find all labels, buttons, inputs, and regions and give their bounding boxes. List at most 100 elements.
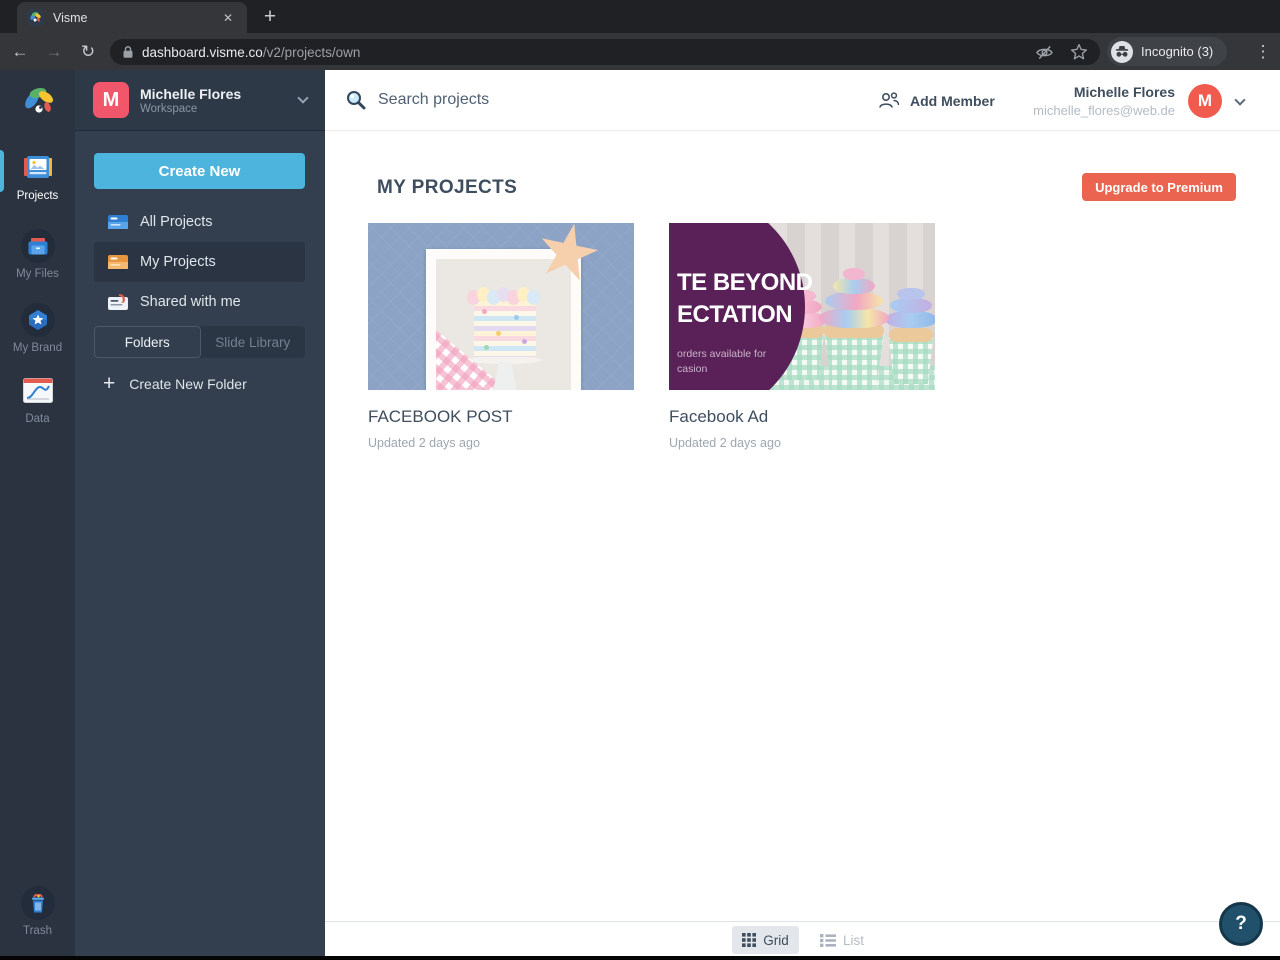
search-input[interactable] — [378, 91, 678, 109]
grid-view-button[interactable]: Grid — [732, 926, 799, 954]
url-host: dashboard.visme.co — [142, 44, 263, 60]
project-thumbnail-facebook-post[interactable] — [368, 223, 634, 390]
shared-with-me-icon — [108, 293, 128, 311]
grid-label: Grid — [763, 932, 789, 948]
icon-rail: Projects My Files My Brand Data Trash — [0, 70, 82, 957]
browser-menu-icon[interactable]: ⋮ — [1248, 33, 1278, 70]
my-brand-icon — [20, 303, 55, 337]
visme-logo-icon — [25, 88, 54, 113]
plus-icon: + — [103, 372, 116, 395]
user-info: Michelle Flores michelle_flores@web.de — [1033, 70, 1175, 131]
incognito-icon — [1111, 40, 1133, 63]
bookmark-star-icon[interactable] — [1070, 43, 1088, 61]
workspace-switcher[interactable]: M Michelle Flores Workspace — [75, 70, 325, 131]
search-icon — [347, 91, 366, 110]
user-email: michelle_flores@web.de — [1033, 102, 1175, 118]
cupcake-center — [817, 266, 891, 390]
tab-slide-library[interactable]: Slide Library — [201, 326, 306, 358]
screen-bottom-edge — [0, 956, 1280, 960]
overlay-headline-2: ECTATION — [677, 301, 793, 328]
cake-photo — [436, 259, 571, 390]
data-icon — [22, 378, 53, 403]
project-title: FACEBOOK POST — [368, 407, 513, 426]
tab-title: Visme — [53, 10, 88, 25]
project-title: Facebook Ad — [669, 407, 769, 426]
sidebar-item-all-projects[interactable]: All Projects — [94, 202, 305, 242]
visme-app: Projects My Files My Brand Data Trash M … — [0, 70, 1280, 957]
sidebar-label-shared-with-me: Shared with me — [140, 294, 241, 310]
overlay-headline-1: TE BEYOND — [677, 269, 813, 296]
project-updated: Updated 2 days ago — [368, 436, 480, 450]
list-icon — [819, 933, 836, 947]
list-view-button[interactable]: List — [812, 926, 872, 954]
address-bar[interactable]: dashboard.visme.co/v2/projects/own — [110, 39, 1100, 65]
reload-icon[interactable]: ↻ — [74, 42, 102, 62]
sidebar-item-my-projects[interactable]: My Projects — [94, 242, 305, 282]
view-toggle-bar: Grid List — [325, 921, 1280, 957]
page-title: MY PROJECTS — [377, 177, 518, 198]
grid-icon — [742, 933, 757, 947]
projects-icon — [22, 154, 54, 180]
sidebar-label-all-projects: All Projects — [140, 214, 213, 230]
tab-folders[interactable]: Folders — [94, 326, 201, 358]
sidebar-label-my-projects: My Projects — [140, 254, 216, 270]
workspace-name: Michelle Flores — [140, 85, 242, 102]
overlay-subtext-2: casion — [677, 363, 708, 375]
my-projects-icon — [108, 254, 128, 270]
folders-segmented-control: Folders Slide Library — [94, 326, 305, 358]
sidebar: M Michelle Flores Workspace Create New A… — [75, 70, 325, 957]
chevron-down-icon[interactable] — [297, 92, 309, 104]
add-member-label: Add Member — [910, 92, 995, 109]
screen: Visme ✕ + ← → ↻ dashboard.visme.co/v2/pr… — [0, 0, 1280, 960]
my-files-icon — [20, 229, 55, 263]
lock-icon — [122, 45, 134, 59]
project-card-facebook-post[interactable]: FACEBOOK POST Updated 2 days ago — [368, 223, 634, 450]
rail-item-my-brand[interactable]: My Brand — [0, 303, 75, 354]
trash-icon — [20, 886, 55, 920]
tab-close-icon[interactable]: ✕ — [219, 9, 237, 27]
visme-favicon-icon — [27, 9, 44, 26]
project-thumbnail-facebook-ad[interactable]: TE BEYOND ECTATION orders available for … — [669, 223, 935, 390]
add-member-button[interactable]: Add Member — [878, 70, 995, 131]
user-name: Michelle Flores — [1073, 83, 1175, 100]
rail-label-my-brand: My Brand — [12, 342, 63, 354]
sidebar-item-shared-with-me[interactable]: Shared with me — [94, 282, 305, 322]
rail-label-trash: Trash — [23, 925, 52, 937]
workspace-info: Michelle Flores Workspace — [140, 86, 241, 115]
eye-off-icon[interactable] — [1035, 43, 1054, 62]
upgrade-to-premium-button[interactable]: Upgrade to Premium — [1082, 173, 1236, 201]
overlay-subtext-1: orders available for — [677, 348, 767, 360]
workspace-type: Workspace — [140, 102, 198, 115]
browser-tab-strip: Visme ✕ + — [0, 0, 1280, 33]
all-projects-icon — [108, 214, 128, 230]
rail-item-projects[interactable]: Projects — [0, 154, 75, 202]
cake-frosting — [467, 287, 540, 307]
project-card-facebook-ad[interactable]: TE BEYOND ECTATION orders available for … — [669, 223, 935, 450]
new-tab-button[interactable]: + — [256, 4, 284, 32]
create-new-folder-button[interactable]: + Create New Folder — [94, 370, 305, 398]
workspace-avatar: M — [93, 82, 129, 118]
user-avatar[interactable]: M — [1188, 84, 1222, 118]
rail-label-data: Data — [25, 413, 50, 425]
user-menu-chevron-icon[interactable] — [1234, 94, 1246, 106]
forward-icon[interactable]: → — [40, 42, 68, 62]
add-member-icon — [879, 92, 900, 108]
main-panel: Add Member Michelle Flores michelle_flor… — [325, 70, 1280, 957]
cake-stand — [493, 362, 517, 390]
incognito-label: Incognito (3) — [1141, 44, 1214, 59]
help-button[interactable]: ? — [1219, 902, 1263, 946]
url-path: /v2/projects/own — [262, 44, 361, 60]
incognito-badge: Incognito (3) — [1107, 37, 1228, 66]
search-bar — [345, 89, 678, 111]
create-new-button[interactable]: Create New — [94, 153, 305, 189]
rail-label-my-files: My Files — [16, 268, 59, 280]
cake-body — [474, 301, 536, 357]
main-header: Add Member Michelle Flores michelle_flor… — [325, 70, 1280, 131]
rail-item-data[interactable]: Data — [0, 378, 75, 425]
back-icon[interactable]: ← — [6, 42, 34, 62]
rail-item-trash[interactable]: Trash — [0, 886, 75, 937]
list-label: List — [842, 932, 864, 948]
create-new-folder-label: Create New Folder — [129, 376, 247, 392]
rail-item-my-files[interactable]: My Files — [0, 229, 75, 280]
browser-tab[interactable]: Visme ✕ — [17, 2, 247, 33]
